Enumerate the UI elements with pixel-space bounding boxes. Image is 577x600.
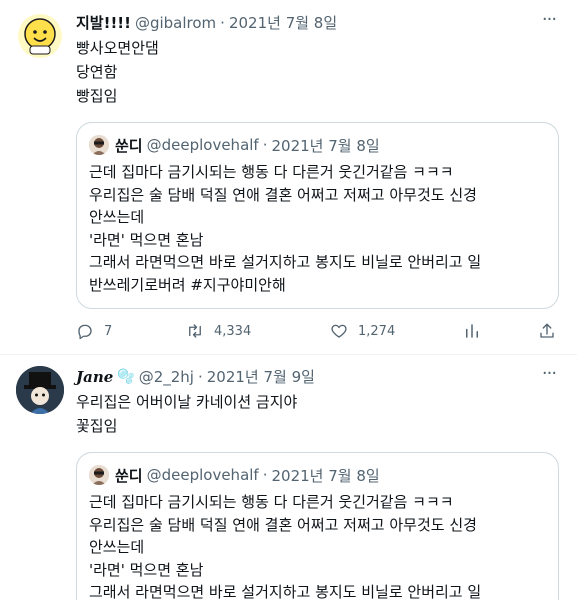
quote-author-handle: @deeplovehalf <box>146 136 259 154</box>
avatar[interactable] <box>16 12 64 60</box>
analytics-button[interactable] <box>463 321 481 341</box>
retweet-count: 4,334 <box>214 323 252 339</box>
separator-dot: · <box>262 136 268 154</box>
more-options-icon[interactable]: ··· <box>539 11 559 34</box>
reply-count: 7 <box>104 323 113 339</box>
separator-dot: · <box>262 466 268 484</box>
tweet-actions: 7 4,334 1,274 <box>76 321 559 341</box>
quote-date: 2021년 7월 8일 <box>271 136 380 155</box>
share-icon <box>540 323 554 338</box>
reply-icon <box>78 324 92 340</box>
quote-text: 근데 집마다 금기시되는 행동 다 다른거 웃긴거같음 ㅋㅋㅋ 우리집은 술 담… <box>89 493 482 600</box>
quote-text: 근데 집마다 금기시되는 행동 다 다른거 웃긴거같음 ㅋㅋㅋ 우리집은 술 담… <box>89 163 482 294</box>
quote-date: 2021년 7월 8일 <box>271 466 380 485</box>
profile-photo-icon <box>89 465 109 485</box>
bubbles-icon: 🫧 <box>117 369 135 385</box>
retweet-icon <box>189 324 201 338</box>
quote-avatar <box>89 465 109 485</box>
author-name[interactable]: Jane <box>76 366 113 388</box>
author-handle[interactable]: @2_2hj <box>139 366 194 388</box>
heart-icon <box>331 324 347 338</box>
share-button[interactable] <box>538 321 556 341</box>
more-options-icon[interactable]: ··· <box>539 365 559 388</box>
tweet-date[interactable]: 2021년 7월 8일 <box>229 12 337 34</box>
separator-dot: · <box>197 368 203 386</box>
avatar[interactable] <box>16 366 64 414</box>
yellow-smiley-face-icon <box>18 14 62 58</box>
separator-dot: · <box>220 14 225 32</box>
tweet-text: 빵사오면안댐 당연함 빵집임 <box>76 39 159 105</box>
profile-photo-icon <box>89 135 109 155</box>
retweet-button[interactable]: 4,334 <box>186 321 251 341</box>
quote-avatar <box>89 135 109 155</box>
quote-author-name: 쑨디 <box>115 136 143 155</box>
tweet-text: 우리집은 어버이날 카네이션 금지야 꽃집임 <box>76 393 298 435</box>
quote-author-name: 쑨디 <box>115 466 143 485</box>
like-count: 1,274 <box>358 323 396 339</box>
tweet-date[interactable]: 2021년 7월 9일 <box>207 366 315 388</box>
quote-tweet[interactable]: 쑨디 @deeplovehalf · 2021년 7월 8일 근데 집마다 금기… <box>76 122 559 309</box>
top-hat-character-icon <box>16 366 64 414</box>
quote-author-handle: @deeplovehalf <box>146 466 259 484</box>
analytics-icon <box>466 324 478 338</box>
tweet[interactable]: 지발!!!! @gibalrom · 2021년 7월 8일 ··· 빵사오면안… <box>0 0 577 355</box>
tweet[interactable]: Jane 🫧 @2_2hj · 2021년 7월 9일 ··· 우리집은 어버이… <box>0 356 577 600</box>
quote-tweet[interactable]: 쑨디 @deeplovehalf · 2021년 7월 8일 근데 집마다 금기… <box>76 452 559 600</box>
author-name[interactable]: 지발!!!! <box>76 12 131 34</box>
like-button[interactable]: 1,274 <box>330 321 395 341</box>
reply-button[interactable]: 7 <box>76 321 112 341</box>
author-handle[interactable]: @gibalrom <box>135 12 216 34</box>
